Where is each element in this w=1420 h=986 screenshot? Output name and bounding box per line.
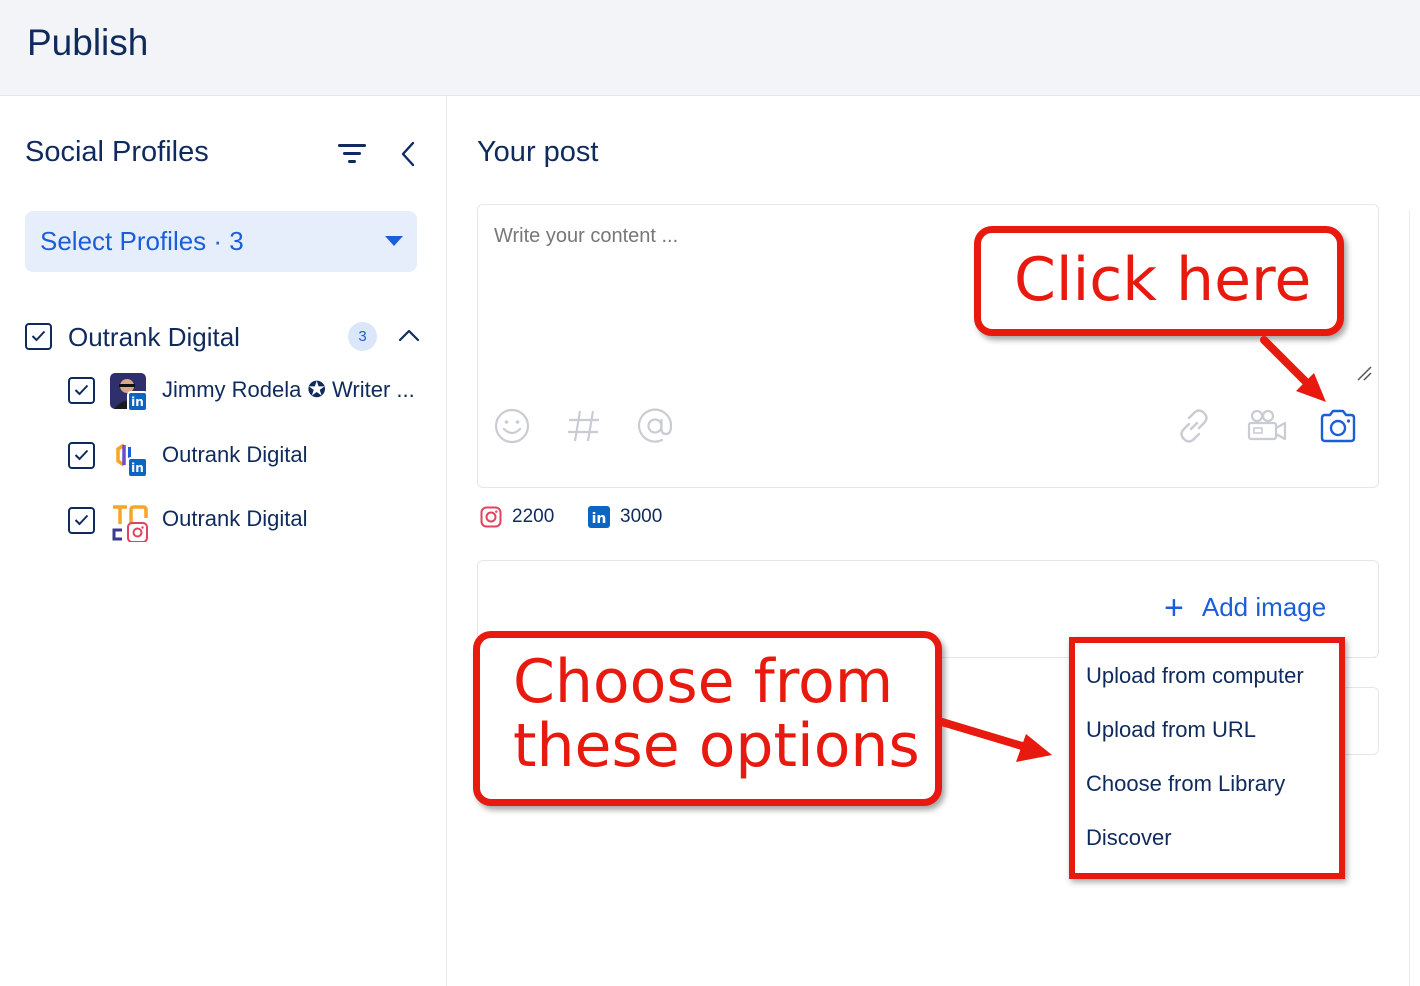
arrow-to-camera-icon (1260, 336, 1326, 402)
arrow-to-menu (938, 718, 1052, 762)
scrollbar-track (1409, 210, 1410, 986)
annotation-arrows (938, 336, 1326, 762)
